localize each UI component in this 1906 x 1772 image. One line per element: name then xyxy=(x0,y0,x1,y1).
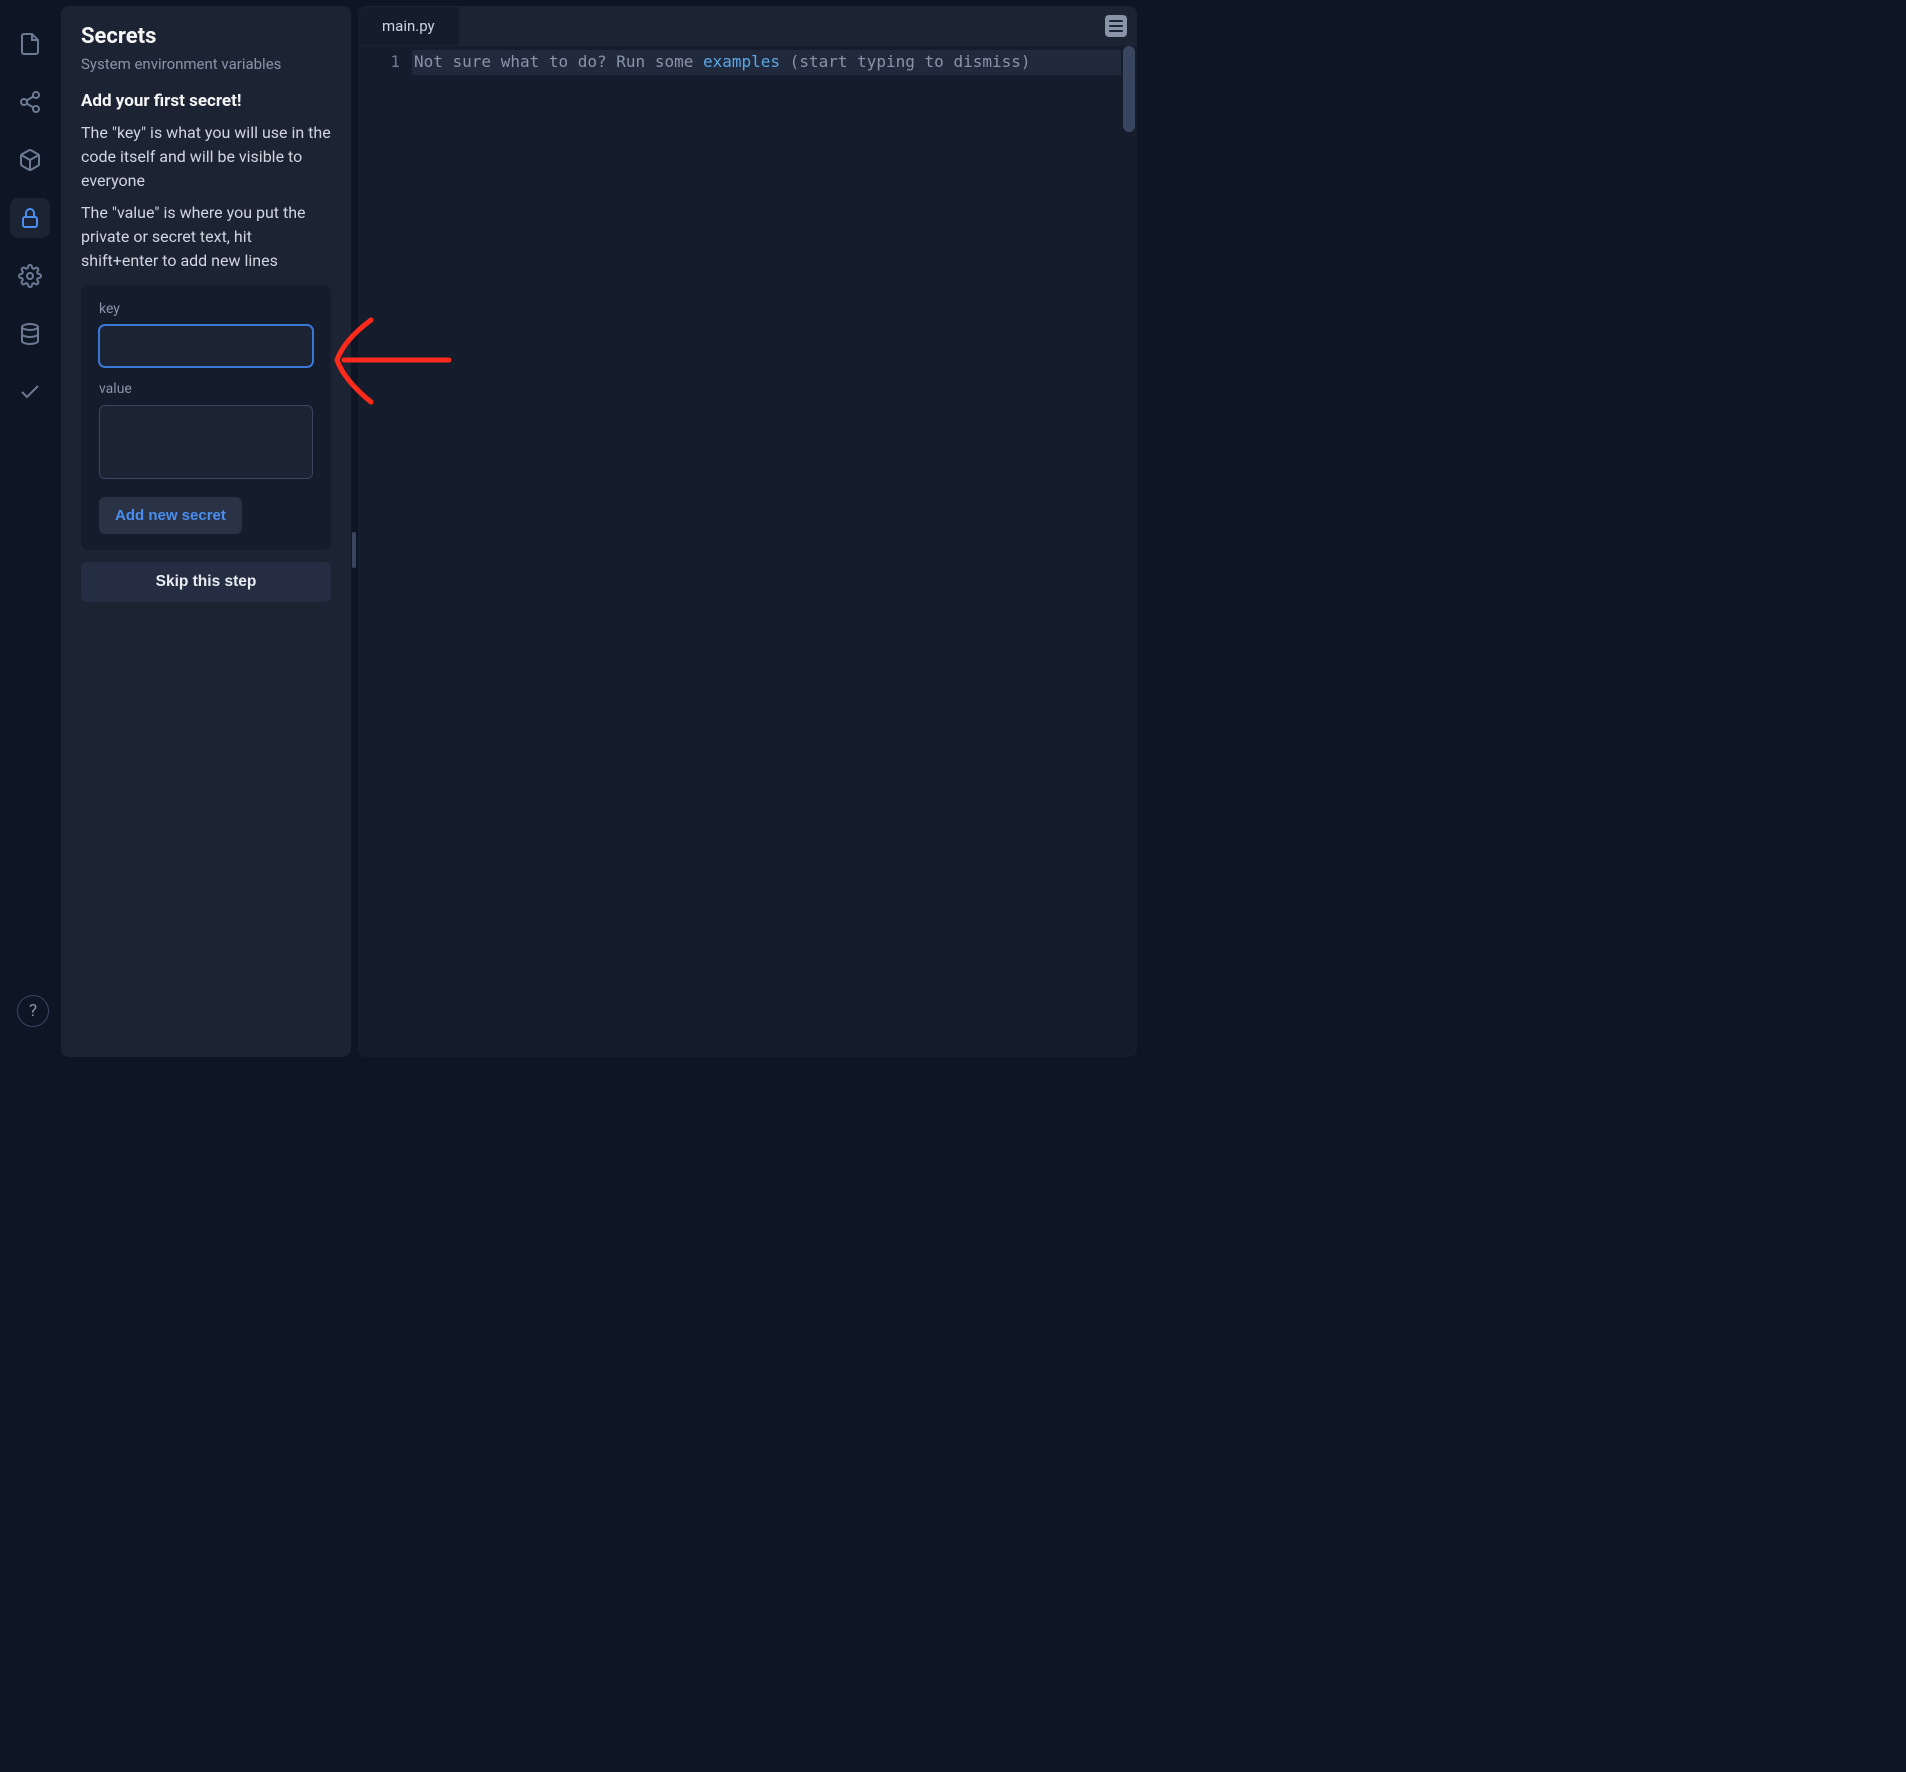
tab-bar: main.py xyxy=(358,6,1137,46)
panel-title: Secrets xyxy=(81,24,331,49)
editor-body[interactable]: 1 Not sure what to do? Run some examples… xyxy=(358,46,1137,1057)
value-label: value xyxy=(99,381,313,397)
settings-icon[interactable] xyxy=(10,256,50,296)
add-secret-button[interactable]: Add new secret xyxy=(99,497,242,534)
code-prefix: Not sure what to do? Run some xyxy=(414,52,703,71)
file-tab[interactable]: main.py xyxy=(358,7,459,45)
secrets-panel: Secrets System environment variables Add… xyxy=(61,6,351,1057)
key-label: key xyxy=(99,301,313,317)
secrets-icon[interactable] xyxy=(10,198,50,238)
line-number: 1 xyxy=(358,52,400,71)
code-line[interactable]: Not sure what to do? Run some examples (… xyxy=(414,46,1137,1057)
packages-icon[interactable] xyxy=(10,140,50,180)
icon-sidebar: ? xyxy=(6,6,54,1057)
key-input[interactable] xyxy=(99,325,313,367)
value-input[interactable] xyxy=(99,405,313,479)
layout-icon[interactable] xyxy=(1105,15,1127,37)
code-suffix: (start typing to dismiss) xyxy=(780,52,1030,71)
database-icon[interactable] xyxy=(10,314,50,354)
key-description: The "key" is what you will use in the co… xyxy=(81,121,331,193)
version-control-icon[interactable] xyxy=(10,82,50,122)
check-icon[interactable] xyxy=(10,372,50,412)
editor-area: main.py 1 Not sure what to do? Run some … xyxy=(358,6,1137,1057)
panel-subtitle: System environment variables xyxy=(81,55,331,73)
help-button[interactable]: ? xyxy=(17,995,49,1027)
examples-link[interactable]: examples xyxy=(703,52,780,71)
line-gutter: 1 xyxy=(358,46,414,1057)
section-heading: Add your first secret! xyxy=(81,91,331,111)
value-description: The "value" is where you put the private… xyxy=(81,201,331,273)
files-icon[interactable] xyxy=(10,24,50,64)
secret-form: key value Add new secret xyxy=(81,285,331,550)
editor-scrollbar[interactable] xyxy=(1123,46,1135,132)
skip-button[interactable]: Skip this step xyxy=(81,562,331,602)
panel-resize-handle[interactable] xyxy=(352,532,356,568)
